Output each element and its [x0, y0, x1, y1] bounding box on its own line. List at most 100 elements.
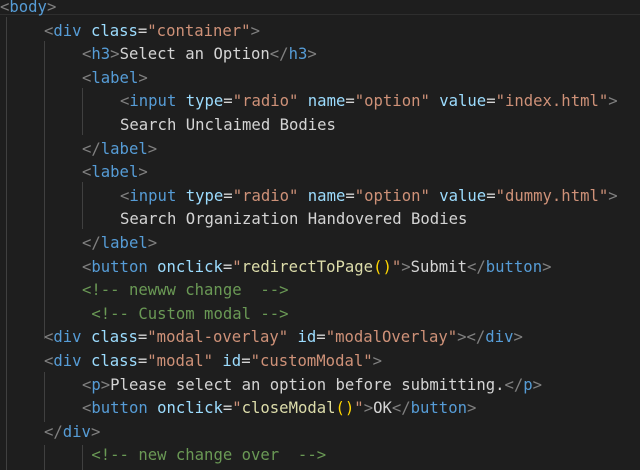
code-line[interactable]: <label>	[82, 67, 148, 91]
code-token: </	[44, 422, 63, 441]
code-token: <	[44, 21, 54, 40]
code-line[interactable]: <!-- newww change -->	[82, 279, 289, 303]
code-token: value	[439, 186, 487, 205]
code-token: label	[91, 163, 139, 182]
code-line[interactable]: </div>	[44, 421, 100, 445]
code-token: div	[53, 21, 82, 40]
code-line[interactable]: <input type="radio" name="option" value=…	[120, 185, 618, 209]
code-token: ></	[457, 328, 486, 347]
code-token: <	[120, 92, 130, 111]
code-token: Please select an option before submittin…	[110, 375, 505, 394]
code-token: "radio"	[232, 186, 299, 205]
code-token: onclick	[157, 399, 223, 418]
code-token: Submit	[410, 257, 467, 276]
code-token: div	[62, 422, 91, 441]
code-token: =	[345, 186, 355, 205]
code-token: =	[345, 92, 355, 111]
code-line[interactable]: <div class="modal" id="customModal">	[44, 350, 382, 374]
code-line[interactable]: Search Unclaimed Bodies	[120, 114, 336, 138]
code-line[interactable]: <div class="container">	[44, 20, 260, 44]
indent-guide	[44, 445, 45, 470]
code-line[interactable]: <!-- Custom modal -->	[82, 303, 288, 327]
code-token: "index.html"	[495, 92, 609, 111]
code-line[interactable]: <p>Please select an option before submit…	[82, 374, 542, 398]
code-line[interactable]: Search Organization Handovered Bodies	[120, 208, 467, 232]
code-token: =	[223, 92, 233, 111]
code-token: p	[523, 375, 533, 394]
code-token: >	[100, 375, 111, 394]
code-line[interactable]: </label>	[82, 138, 157, 162]
code-token: >	[307, 45, 317, 64]
code-token: <	[82, 45, 92, 64]
code-padding	[82, 446, 91, 464]
code-token: "modal-overlay"	[147, 328, 289, 347]
code-token: >	[532, 375, 543, 394]
indent-guide	[82, 182, 83, 229]
code-token: >	[542, 257, 552, 276]
code-token: type	[185, 186, 224, 205]
code-token: <	[82, 375, 92, 394]
code-token: </	[466, 257, 486, 276]
code-token: "radio"	[232, 92, 299, 111]
code-token: >	[608, 92, 618, 111]
code-token: </	[82, 139, 101, 158]
code-line[interactable]: <div class="modal-overlay" id="modalOver…	[44, 326, 523, 350]
code-token: ()	[373, 257, 392, 276]
code-token: =	[137, 328, 148, 347]
code-token: label	[100, 234, 148, 252]
code-token: name	[307, 186, 346, 205]
code-token: "customModal"	[250, 352, 373, 370]
code-token: =	[316, 328, 326, 347]
code-token: name	[307, 92, 346, 111]
code-token: >	[372, 352, 383, 370]
code-token: button	[485, 257, 543, 276]
code-token: <	[44, 328, 54, 347]
code-token: body	[9, 0, 47, 16]
code-line[interactable]: <body>	[0, 0, 56, 20]
code-token: >	[250, 21, 260, 40]
code-token: "modal"	[147, 352, 214, 370]
code-line[interactable]: <button onclick="redirectToPage()">Submi…	[82, 256, 551, 280]
code-token: >	[466, 399, 477, 418]
code-token: class	[90, 352, 138, 370]
code-token: >	[608, 186, 618, 205]
code-token: =	[137, 21, 148, 40]
code-token: button	[91, 399, 148, 418]
code-token: value	[439, 92, 487, 111]
code-token: div	[53, 352, 82, 370]
code-token: =	[486, 186, 496, 205]
code-token: input	[129, 92, 177, 111]
code-editor[interactable]: <body> <div class="container"> <h3>Select …	[0, 0, 640, 470]
code-token: "option"	[354, 92, 430, 111]
code-token: type	[185, 92, 224, 111]
code-token: button	[91, 257, 148, 276]
code-line[interactable]: <button onclick="closeModal()">OK</butto…	[82, 397, 476, 421]
code-token: >	[147, 234, 158, 252]
indent-guide	[44, 41, 45, 339]
indent-guide	[82, 88, 83, 135]
code-padding	[82, 305, 91, 323]
code-line[interactable]: </label>	[82, 232, 157, 256]
code-token: onclick	[157, 257, 223, 276]
code-token: </	[391, 399, 411, 418]
code-line[interactable]: <h3>Select an Option</h3>	[82, 43, 317, 67]
code-line[interactable]: <label>	[82, 161, 148, 185]
code-token: <!-- newww change -->	[82, 281, 289, 300]
code-token: closeModal	[241, 399, 336, 418]
code-token: ()	[335, 399, 355, 418]
code-line[interactable]: <input type="radio" name="option" value=…	[120, 90, 618, 114]
code-token: <	[82, 257, 92, 276]
code-line[interactable]: <!-- new change over -->	[82, 444, 326, 468]
